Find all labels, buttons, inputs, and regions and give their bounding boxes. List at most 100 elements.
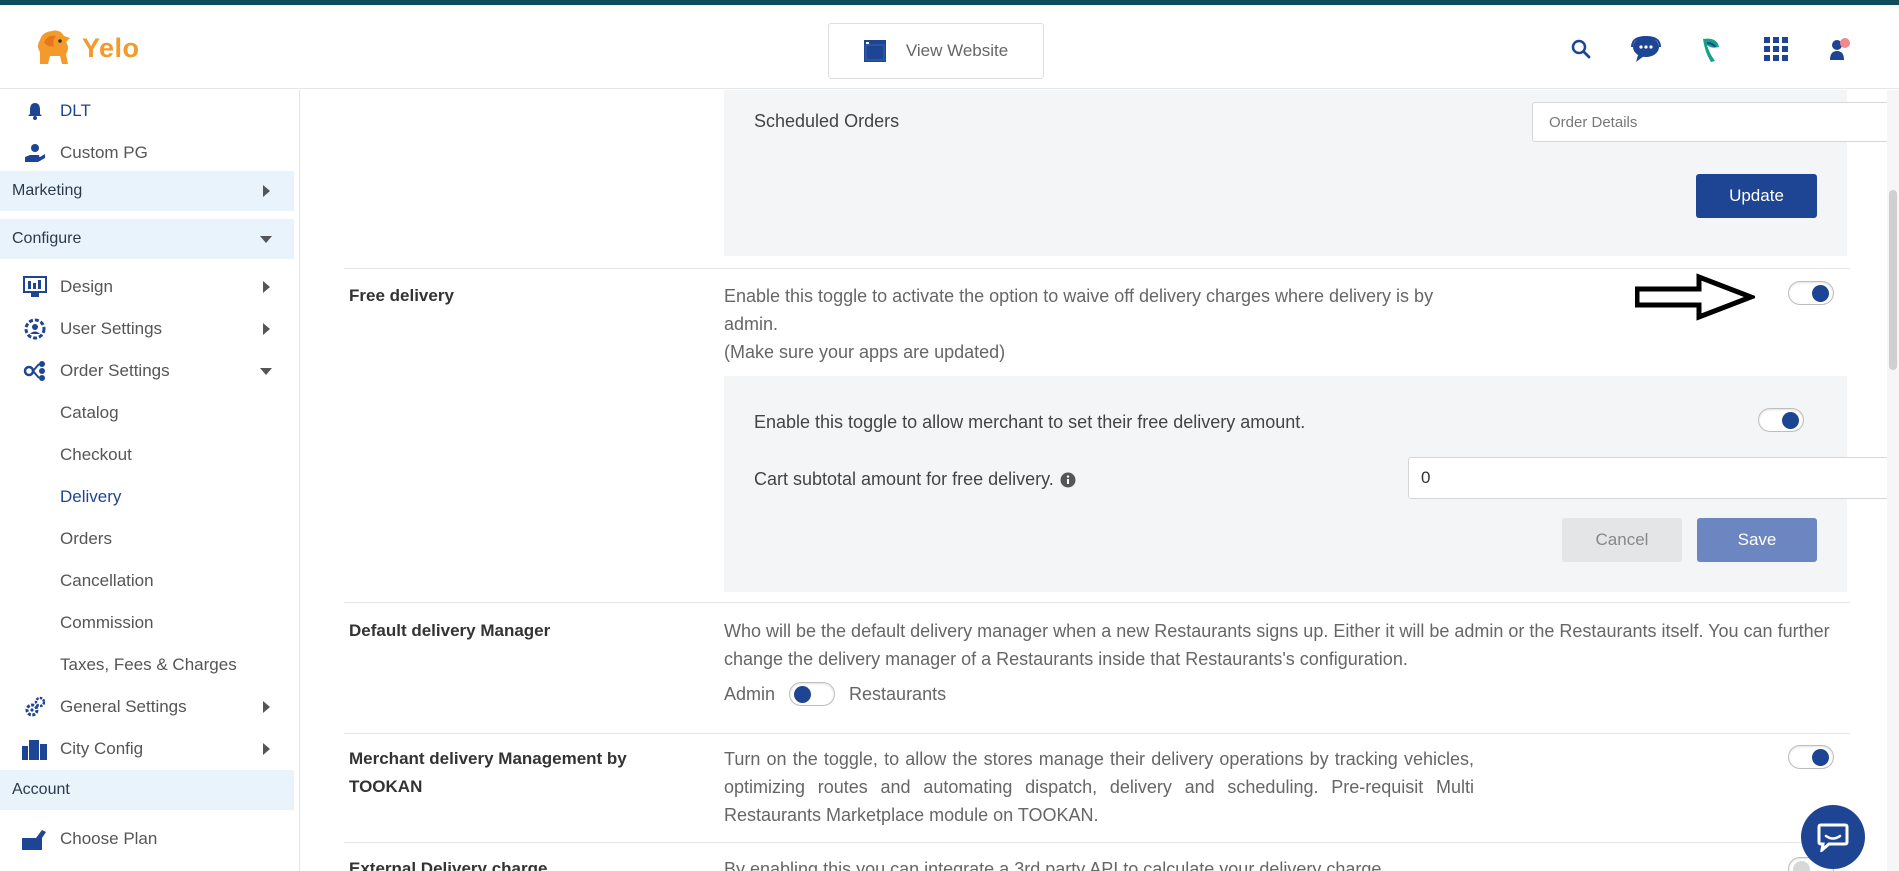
- save-button-label: Save: [1737, 530, 1777, 549]
- section-label: Account: [12, 781, 70, 798]
- update-button-label: Update: [1729, 186, 1784, 205]
- caret-down-icon: [260, 235, 272, 243]
- default-manager-description: Who will be the default delivery manager…: [724, 621, 1830, 669]
- user-settings-icon: [22, 316, 48, 342]
- app-header: Yelo View Website: [0, 5, 1899, 89]
- caret-right-icon: [263, 185, 270, 197]
- section-label: Marketing: [12, 182, 83, 199]
- free-delivery-title: Free delivery: [349, 286, 454, 305]
- order-settings-icon: [22, 358, 48, 384]
- chat-support-icon[interactable]: [1630, 33, 1662, 65]
- select-value: Order Details: [1549, 113, 1638, 131]
- sidebar-item-label: Custom PG: [60, 143, 148, 162]
- sidebar-item-label: DLT: [60, 101, 91, 120]
- cancel-button-label: Cancel: [1595, 530, 1649, 549]
- caret-right-icon: [263, 701, 270, 713]
- plan-icon: [22, 826, 48, 852]
- option-restaurants-label: Restaurants: [849, 684, 947, 704]
- sidebar-subitem-checkout[interactable]: Checkout: [0, 434, 294, 476]
- cart-subtotal-value: 0: [1421, 468, 1431, 487]
- option-admin-label: Admin: [724, 684, 776, 704]
- sidebar-subitem-label: Catalog: [60, 403, 119, 422]
- sidebar-section-marketing[interactable]: Marketing: [0, 171, 294, 211]
- user-avatar-icon[interactable]: [1825, 33, 1857, 65]
- cart-subtotal-input[interactable]: 0: [1408, 457, 1899, 499]
- sidebar-item-label: Design: [60, 277, 113, 296]
- sidebar-item-label: Order Settings: [60, 361, 170, 380]
- leaf-icon[interactable]: [1695, 33, 1727, 65]
- toggle-knob: [1782, 412, 1799, 429]
- external-delivery-title: External Delivery charge: [349, 859, 548, 871]
- chat-bubble-icon: [1817, 823, 1849, 852]
- sidebar-item-label: City Config: [60, 739, 144, 758]
- bell-icon: [22, 98, 48, 124]
- logo[interactable]: Yelo: [30, 23, 140, 73]
- divider: [344, 733, 1850, 734]
- search-icon[interactable]: [1565, 33, 1597, 65]
- view-website-button[interactable]: View Website: [828, 23, 1044, 79]
- toggle-knob: [1793, 861, 1810, 871]
- caret-right-icon: [263, 323, 270, 335]
- divider: [344, 268, 1850, 269]
- sidebar-subitem-label: Orders: [60, 529, 112, 548]
- scrollbar-thumb[interactable]: [1889, 190, 1897, 370]
- scheduled-orders-label: Scheduled Orders: [754, 111, 900, 131]
- merchant-free-delivery-toggle[interactable]: [1758, 408, 1804, 432]
- divider: [344, 842, 1850, 843]
- caret-right-icon: [263, 743, 270, 755]
- arrow-right-icon: [1635, 273, 1755, 321]
- default-manager-toggle[interactable]: [789, 682, 836, 706]
- free-delivery-toggle[interactable]: [1788, 281, 1834, 305]
- sidebar-subitem-delivery[interactable]: Delivery: [0, 476, 294, 518]
- payment-hand-icon: [22, 140, 48, 166]
- free-delivery-description-text: Enable this toggle to activate the optio…: [724, 286, 1434, 334]
- cart-subtotal-label: Cart subtotal amount for free delivery.: [754, 469, 1076, 490]
- sidebar-section-account[interactable]: Account: [0, 770, 294, 810]
- tookan-toggle[interactable]: [1788, 745, 1834, 769]
- chat-widget-button[interactable]: [1801, 805, 1865, 869]
- free-delivery-description: Enable this toggle to activate the optio…: [724, 282, 1484, 366]
- city-icon: [22, 736, 48, 762]
- caret-down-icon: [260, 367, 272, 375]
- sidebar-subitem-label: Commission: [60, 613, 154, 632]
- sidebar-item-city-config[interactable]: City Config: [0, 728, 294, 770]
- sidebar-item-dlt[interactable]: DLT: [0, 90, 294, 132]
- external-delivery-description: By enabling this you can integrate a 3rd…: [724, 859, 1382, 871]
- tookan-description: Turn on the toggle, to allow the stores …: [724, 749, 1474, 825]
- sidebar-item-choose-plan[interactable]: Choose Plan: [0, 818, 294, 860]
- sidebar-section-configure[interactable]: Configure: [0, 219, 294, 259]
- sidebar-subitem-orders[interactable]: Orders: [0, 518, 294, 560]
- view-website-label: View Website: [905, 41, 1009, 60]
- cancel-button[interactable]: Cancel: [1562, 518, 1682, 562]
- browser-window-icon: [863, 40, 886, 62]
- toggle-knob: [1812, 285, 1829, 302]
- sidebar-item-user-settings[interactable]: User Settings: [0, 308, 294, 350]
- sidebar-item-design[interactable]: Design: [0, 266, 294, 308]
- sidebar-subitem-label: Cancellation: [60, 571, 154, 590]
- sidebar-item-order-settings[interactable]: Order Settings: [0, 350, 294, 392]
- section-label: Configure: [12, 230, 82, 247]
- caret-right-icon: [263, 281, 270, 293]
- default-manager-switch: Admin Restaurants: [724, 680, 946, 708]
- free-delivery-note: (Make sure your apps are updated): [724, 342, 1006, 362]
- sidebar: DLT Custom PG Marketing Configure Design…: [0, 90, 300, 871]
- sidebar-item-label: User Settings: [60, 319, 163, 338]
- page-scrollbar[interactable]: [1887, 90, 1899, 871]
- scheduled-orders-select[interactable]: Order Details: [1532, 102, 1899, 142]
- sidebar-subitem-catalog[interactable]: Catalog: [0, 392, 294, 434]
- sidebar-subitem-cancellation[interactable]: Cancellation: [0, 560, 294, 602]
- apps-grid-icon[interactable]: [1760, 33, 1792, 65]
- sidebar-item-label: General Settings: [60, 697, 187, 716]
- sidebar-subitem-commission[interactable]: Commission: [0, 602, 294, 644]
- update-button[interactable]: Update: [1696, 174, 1817, 218]
- sidebar-item-general-settings[interactable]: General Settings: [0, 686, 294, 728]
- divider: [344, 602, 1850, 603]
- info-icon[interactable]: [1060, 472, 1076, 488]
- lion-logo-icon: [38, 30, 70, 64]
- merchant-free-delivery-label: Enable this toggle to allow merchant to …: [754, 412, 1306, 432]
- sidebar-subitem-label: Checkout: [60, 445, 132, 464]
- scheduled-orders-panel: Scheduled Orders Order Details Update: [724, 90, 1899, 256]
- sidebar-item-custom-pg[interactable]: Custom PG: [0, 132, 294, 174]
- sidebar-subitem-taxes[interactable]: Taxes, Fees & Charges: [0, 644, 294, 686]
- save-button[interactable]: Save: [1697, 518, 1817, 562]
